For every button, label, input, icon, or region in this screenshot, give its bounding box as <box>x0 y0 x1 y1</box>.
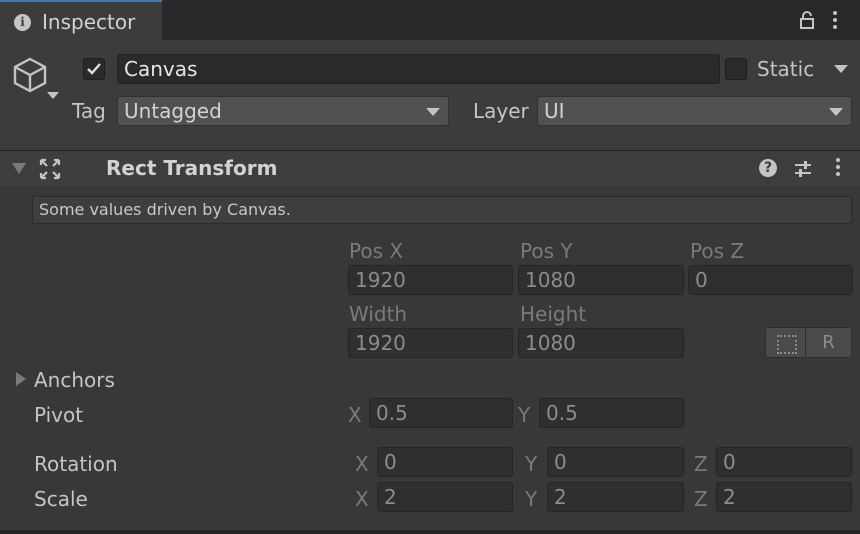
scale-y-axis-label[interactable]: Y <box>525 487 537 511</box>
static-label: Static <box>757 57 815 81</box>
tab-menu-icon[interactable] <box>833 11 837 32</box>
active-checkbox[interactable] <box>83 58 105 80</box>
tag-dropdown[interactable]: Untagged <box>117 96 449 126</box>
rotation-y-axis-label[interactable]: Y <box>525 452 537 476</box>
scale-z-field[interactable]: 2 <box>716 482 852 512</box>
pos-x-label: Pos X <box>349 239 404 263</box>
tab-bar: i Inspector <box>0 0 860 40</box>
pivot-x-axis-label[interactable]: X <box>348 403 362 427</box>
pivot-label: Pivot <box>34 403 84 427</box>
pos-x-field[interactable]: 1920 <box>348 265 513 295</box>
icon-dropdown-arrow-icon[interactable] <box>47 92 59 99</box>
rotation-z-axis-label[interactable]: Z <box>694 452 708 476</box>
height-label: Height <box>520 302 587 326</box>
component-title: Rect Transform <box>106 156 278 180</box>
anchors-label[interactable]: Anchors <box>34 368 115 392</box>
pos-z-label: Pos Z <box>690 239 745 263</box>
scale-z-axis-label[interactable]: Z <box>694 487 708 511</box>
rect-transform-icon <box>38 157 62 181</box>
object-name-field[interactable]: Canvas <box>117 54 720 84</box>
pivot-y-axis-label[interactable]: Y <box>518 403 530 427</box>
tag-label: Tag <box>72 99 106 123</box>
static-dropdown-arrow-icon[interactable] <box>834 65 848 73</box>
presets-icon[interactable] <box>793 159 813 179</box>
width-field[interactable]: 1920 <box>348 328 513 358</box>
gameobject-cube-icon <box>10 55 50 95</box>
rotation-x-axis-label[interactable]: X <box>355 452 369 476</box>
static-checkbox[interactable] <box>725 58 747 80</box>
pivot-x-field[interactable]: 0.5 <box>369 398 513 428</box>
blueprint-dotted-rect-icon <box>777 335 797 354</box>
pivot-y-field[interactable]: 0.5 <box>539 398 684 428</box>
component-bottom-separator <box>0 530 860 534</box>
gameobject-header: Canvas Static Tag Untagged Layer UI <box>0 40 860 150</box>
rect-transform-header[interactable]: Rect Transform ? <box>0 151 860 186</box>
help-icon[interactable]: ? <box>759 159 777 177</box>
height-field[interactable]: 1080 <box>518 328 684 358</box>
width-label: Width <box>349 302 408 326</box>
driven-values-info: Some values driven by Canvas. <box>32 196 852 224</box>
rotation-x-field[interactable]: 0 <box>377 447 513 477</box>
tab-title: Inspector <box>42 10 136 34</box>
scale-x-field[interactable]: 2 <box>377 482 513 512</box>
tab-inspector[interactable]: i Inspector <box>0 0 162 40</box>
component-menu-icon[interactable] <box>836 158 840 179</box>
layer-dropdown[interactable]: UI <box>537 96 852 126</box>
rotation-z-field[interactable]: 0 <box>716 447 852 477</box>
info-icon: i <box>14 14 31 31</box>
pos-z-field[interactable]: 0 <box>688 265 853 295</box>
foldout-arrow-icon[interactable] <box>12 163 26 174</box>
chevron-down-icon <box>829 108 843 116</box>
rotation-label: Rotation <box>34 452 118 476</box>
tag-value: Untagged <box>124 99 222 123</box>
scale-x-axis-label[interactable]: X <box>355 487 369 511</box>
blueprint-mode-button[interactable] <box>765 327 806 358</box>
layer-value: UI <box>544 99 565 123</box>
lock-icon[interactable] <box>799 10 815 30</box>
pos-y-label: Pos Y <box>520 239 573 263</box>
layer-label: Layer <box>473 99 529 123</box>
anchors-foldout-arrow-icon[interactable] <box>16 372 26 386</box>
pos-y-field[interactable]: 1080 <box>518 265 684 295</box>
scale-label: Scale <box>34 487 88 511</box>
chevron-down-icon <box>426 108 440 116</box>
rotation-y-field[interactable]: 0 <box>547 447 684 477</box>
raw-edit-button[interactable]: R <box>805 327 852 358</box>
scale-y-field[interactable]: 2 <box>547 482 684 512</box>
